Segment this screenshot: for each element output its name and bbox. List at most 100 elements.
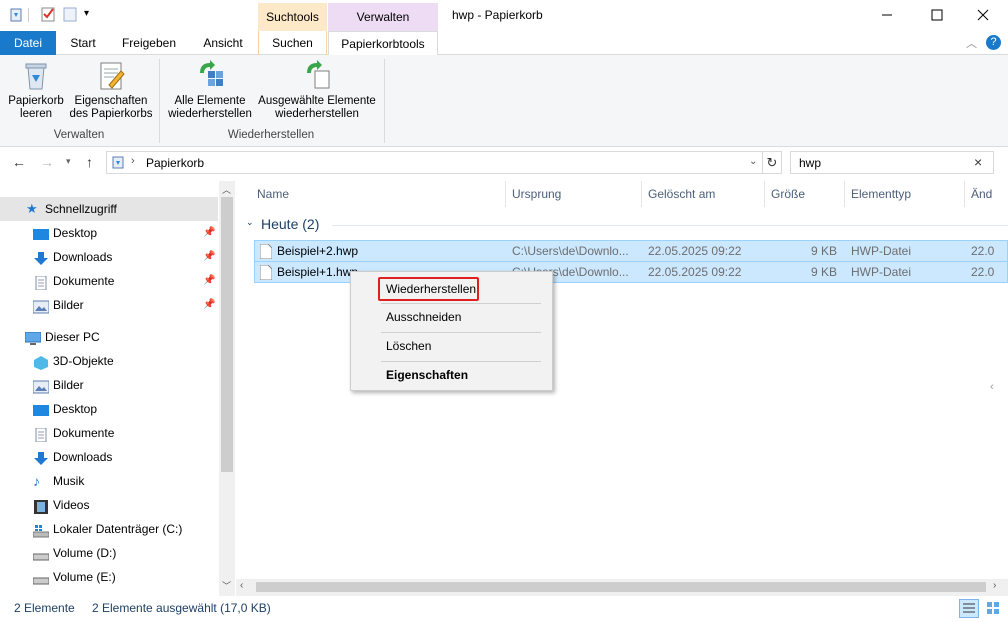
tab-freigeben[interactable]: Freigeben (112, 31, 186, 55)
group-collapse-icon[interactable]: ⌄ (246, 217, 254, 228)
column-header-origin[interactable]: Ursprung (506, 181, 642, 207)
nav-item-musik[interactable]: ♪ Musik (0, 469, 218, 493)
pin-icon: 📌 (203, 299, 216, 310)
star-icon: ★ (26, 201, 38, 216)
group-label-verwalten: Verwalten (53, 129, 105, 141)
restore-selected-button[interactable]: Ausgewählte Elemente wiederherstellen (256, 59, 378, 121)
pin-icon: 📌 (203, 227, 216, 238)
scroll-down-icon[interactable]: ﹀ (222, 579, 231, 592)
new-folder-qat-icon[interactable] (62, 6, 78, 22)
large-icons-view-icon (987, 602, 999, 614)
menu-item-properties[interactable]: Eigenschaften (386, 365, 468, 385)
column-header-name[interactable]: Name (251, 181, 506, 207)
desktop-icon (33, 226, 49, 240)
nav-item-drive-c[interactable]: Lokaler Datenträger (C:) (0, 517, 218, 541)
refresh-button[interactable]: ↻ (762, 151, 782, 174)
drive-icon (32, 570, 50, 585)
pictures-icon (32, 378, 50, 394)
up-arrow-icon[interactable]: ↑ (86, 154, 93, 170)
help-icon[interactable]: ? (986, 35, 1001, 50)
properties-icon (95, 59, 127, 91)
menu-item-cut[interactable]: Ausschneiden (386, 307, 461, 327)
windows-drive-icon (32, 522, 50, 538)
hscroll-thumb[interactable] (256, 582, 986, 592)
tab-datei[interactable]: Datei (0, 31, 56, 55)
status-item-count: 2 Elemente (14, 601, 75, 615)
nav-item-qa-bilder[interactable]: Bilder 📌 (0, 293, 218, 317)
nav-item-qa-desktop[interactable]: Desktop 📌 (0, 221, 218, 245)
empty-recycle-bin-button[interactable]: Papierkorb leeren (4, 59, 68, 121)
search-input[interactable]: hwp (799, 156, 821, 170)
collapse-ribbon-icon[interactable]: ︿ (966, 35, 977, 51)
drive-icon (32, 546, 50, 561)
properties-qat-icon[interactable] (40, 6, 56, 22)
scroll-left-icon[interactable]: ‹ (240, 580, 243, 591)
column-header-modified[interactable]: Änd (965, 181, 1008, 207)
ribbon-tab-row: Datei Start Freigeben Ansicht Suchen Pap… (0, 31, 1008, 56)
details-view-button[interactable] (959, 599, 979, 618)
restore-all-icon (194, 59, 226, 91)
nav-item-desktop[interactable]: Desktop (0, 397, 218, 421)
document-icon (33, 426, 49, 443)
column-header-deleted[interactable]: Gelöscht am (642, 181, 765, 207)
nav-scrollbar[interactable]: ︿ ﹀ (219, 181, 235, 596)
nav-item-drive-e[interactable]: Volume (E:) (0, 565, 218, 589)
restore-all-button[interactable]: Alle Elemente wiederherstellen (164, 59, 256, 121)
group-header-heute[interactable]: Heute (2) (261, 216, 319, 232)
tab-papierkorbtools[interactable]: Papierkorbtools (328, 31, 438, 56)
recycle-bin-icon (8, 6, 24, 22)
horizontal-scrollbar[interactable]: ‹ › (236, 579, 1008, 596)
pin-icon: 📌 (203, 251, 216, 262)
maximize-button[interactable] (914, 0, 960, 31)
menu-item-delete[interactable]: Löschen (386, 336, 431, 356)
window-title: hwp - Papierkorb (452, 8, 543, 22)
download-icon (33, 250, 49, 265)
address-dropdown-icon[interactable]: ⌄ (749, 156, 757, 167)
nav-item-videos[interactable]: Videos (0, 493, 218, 517)
tab-ansicht[interactable]: Ansicht (193, 31, 253, 55)
file-row[interactable]: Beispiel+2.hwp C:\Users\de\Downlo... 22.… (254, 240, 1008, 262)
breadcrumb-chevron-icon[interactable]: › (131, 155, 135, 167)
search-box[interactable]: hwp × (790, 151, 994, 174)
recycle-bin-properties-button[interactable]: Eigenschaften des Papierkorbs (68, 59, 154, 121)
scroll-up-icon[interactable]: ︿ (222, 183, 231, 196)
column-header-type[interactable]: Elementtyp (845, 181, 965, 207)
scroll-right-icon[interactable]: › (993, 580, 996, 591)
nav-item-drive-d[interactable]: Volume (D:) (0, 541, 218, 565)
nav-item-quick-access[interactable]: ★ Schnellzugriff (0, 197, 218, 221)
tab-suchen[interactable]: Suchen (258, 31, 327, 55)
nav-item-this-pc[interactable]: Dieser PC (0, 325, 218, 349)
nav-item-bilder[interactable]: Bilder (0, 373, 218, 397)
large-icons-view-button[interactable] (984, 599, 1004, 618)
recent-locations-icon[interactable]: ▾ (66, 156, 71, 167)
preview-pane-expand-icon[interactable]: ‹ (990, 381, 994, 393)
desktop-icon (33, 402, 49, 416)
nav-item-dokumente[interactable]: Dokumente (0, 421, 218, 445)
restore-selected-icon (301, 59, 333, 91)
address-bar[interactable]: › Papierkorb ⌄ (106, 151, 782, 174)
minimize-button[interactable] (864, 0, 910, 31)
nav-item-downloads[interactable]: Downloads (0, 445, 218, 469)
empty-bin-icon (20, 59, 52, 91)
close-button[interactable] (960, 0, 1006, 31)
nav-item-qa-downloads[interactable]: Downloads 📌 (0, 245, 218, 269)
back-arrow-icon[interactable]: ← (12, 154, 26, 170)
music-icon: ♪ (33, 473, 40, 489)
scroll-thumb[interactable] (221, 197, 233, 472)
nav-item-qa-dokumente[interactable]: Dokumente 📌 (0, 269, 218, 293)
column-header-size[interactable]: Größe (765, 181, 845, 207)
video-icon (33, 498, 49, 514)
status-selection: 2 Elemente ausgewählt (17,0 KB) (92, 601, 271, 615)
recycle-bin-icon (111, 155, 125, 172)
menu-item-restore[interactable]: Wiederherstellen (386, 279, 476, 299)
document-icon (33, 274, 49, 291)
ribbon: Papierkorb leeren Eigenschaften des Papi… (0, 55, 1008, 147)
customize-qat-icon[interactable]: ▾ (84, 8, 100, 24)
menu-separator (381, 361, 541, 362)
breadcrumb-papierkorb[interactable]: Papierkorb (146, 156, 204, 170)
forward-arrow-icon[interactable]: → (40, 154, 54, 170)
tab-start[interactable]: Start (60, 31, 106, 55)
menu-separator (381, 303, 541, 304)
clear-search-icon[interactable]: × (974, 154, 982, 170)
nav-item-3d-objects[interactable]: 3D-Objekte (0, 349, 218, 373)
